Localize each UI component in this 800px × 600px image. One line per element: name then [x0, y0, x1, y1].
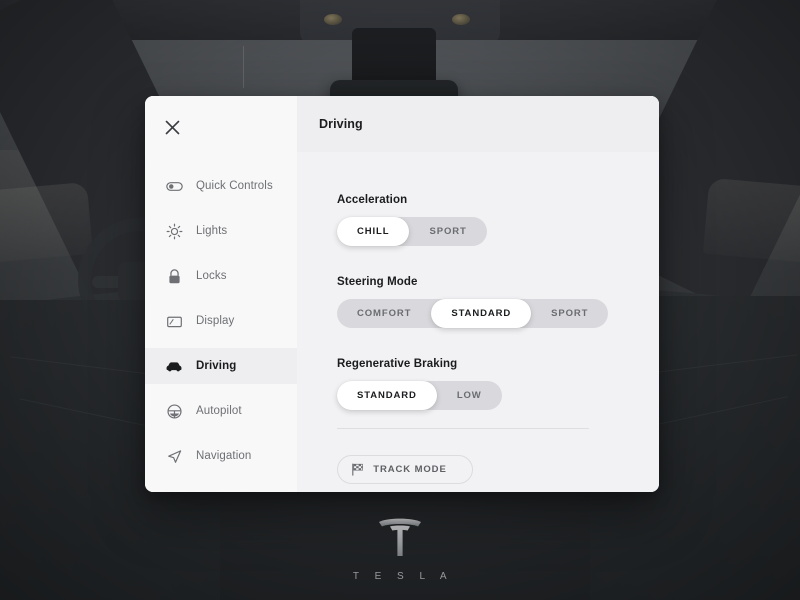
- settings-panel: Quick Controls Lights Locks Display Driv…: [145, 96, 659, 492]
- steering-wheel-icon: [165, 402, 183, 420]
- setting-label: Steering Mode: [337, 276, 418, 288]
- sun-brightness-icon: [165, 222, 183, 240]
- sidebar-item-locks[interactable]: Locks: [145, 258, 297, 294]
- acceleration-option-chill[interactable]: CHILL: [337, 217, 410, 246]
- setting-group-steering-mode: Steering Mode COMFORT STANDARD SPORT: [337, 276, 659, 328]
- setting-label: Acceleration: [337, 194, 408, 206]
- sidebar-item-autopilot[interactable]: Autopilot: [145, 393, 297, 429]
- display-screen-icon: [165, 312, 183, 330]
- sidebar-item-label: Lights: [196, 225, 228, 237]
- close-x-icon: [165, 120, 179, 134]
- checkered-flag-icon: [350, 462, 366, 478]
- toggle-switch-icon: [165, 177, 183, 195]
- acceleration-segmented-control: CHILL SPORT: [337, 217, 487, 246]
- car-icon: [165, 357, 183, 375]
- steering-option-standard[interactable]: STANDARD: [431, 299, 532, 328]
- setting-label: Regenerative Braking: [337, 358, 458, 370]
- track-mode-label: TRACK MODE: [373, 464, 447, 475]
- sidebar-item-display[interactable]: Display: [145, 303, 297, 339]
- sidebar-item-quick-controls[interactable]: Quick Controls: [145, 168, 297, 204]
- close-button[interactable]: [155, 110, 189, 144]
- content-body: Acceleration CHILL SPORT Steering Mode C…: [297, 152, 659, 492]
- content-header: Driving: [297, 96, 659, 152]
- sidebar-nav-list: Quick Controls Lights Locks Display Driv…: [145, 168, 297, 492]
- navigation-arrow-icon: [165, 447, 183, 465]
- sidebar-item-navigation[interactable]: Navigation: [145, 438, 297, 474]
- setting-group-acceleration: Acceleration CHILL SPORT: [337, 194, 659, 246]
- section-divider: [337, 428, 589, 429]
- regen-braking-segmented-control: STANDARD LOW: [337, 381, 502, 410]
- sidebar-item-label: Autopilot: [196, 405, 242, 417]
- sidebar-item-label: Navigation: [196, 450, 252, 462]
- sidebar-item-driving[interactable]: Driving: [145, 348, 297, 384]
- page-title: Driving: [319, 117, 363, 131]
- sidebar-item-label: Locks: [196, 270, 227, 282]
- sidebar-item-lights[interactable]: Lights: [145, 213, 297, 249]
- sidebar-item-label: Display: [196, 315, 235, 327]
- sidebar-item-label: Quick Controls: [196, 180, 273, 192]
- sidebar-item-safety-security[interactable]: Safety & Security: [145, 483, 297, 492]
- settings-content: Driving Acceleration CHILL SPORT Steerin…: [297, 96, 659, 492]
- steering-option-comfort[interactable]: COMFORT: [337, 299, 431, 328]
- regen-option-standard[interactable]: STANDARD: [337, 381, 437, 410]
- sidebar-item-label: Driving: [196, 360, 237, 372]
- steering-option-sport[interactable]: SPORT: [531, 299, 608, 328]
- track-mode-button[interactable]: TRACK MODE: [337, 455, 473, 484]
- steering-mode-segmented-control: COMFORT STANDARD SPORT: [337, 299, 609, 328]
- settings-sidebar: Quick Controls Lights Locks Display Driv…: [145, 96, 297, 492]
- acceleration-option-sport[interactable]: SPORT: [409, 217, 486, 246]
- setting-group-regenerative-braking: Regenerative Braking STANDARD LOW: [337, 358, 659, 410]
- regen-option-low[interactable]: LOW: [437, 381, 502, 410]
- padlock-icon: [165, 267, 183, 285]
